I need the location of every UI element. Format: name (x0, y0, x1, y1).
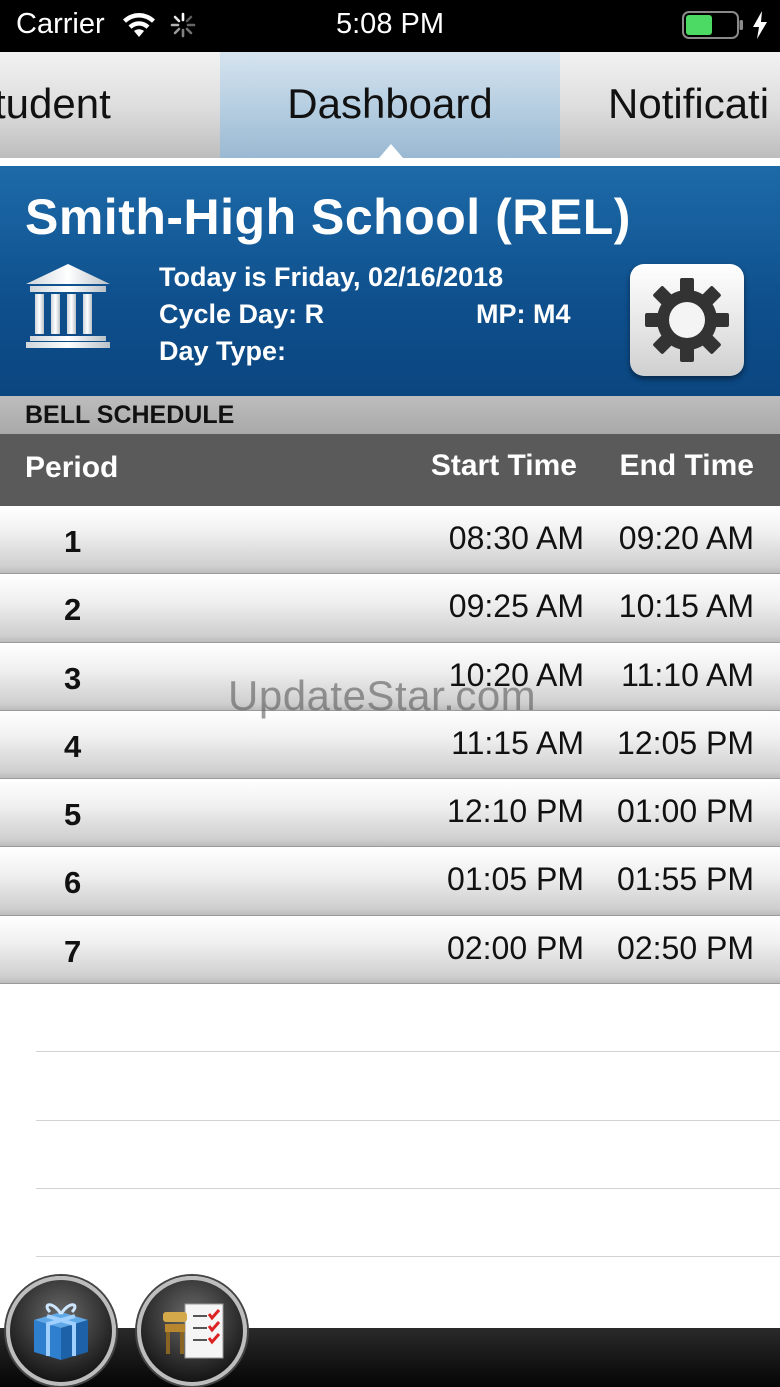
table-row[interactable]: 6 01:05 PM 01:55 PM (0, 847, 780, 916)
building-icon (26, 264, 110, 348)
period-number: 1 (64, 524, 82, 559)
bell-schedule-title: BELL SCHEDULE (0, 396, 780, 434)
tab-divider (0, 158, 780, 166)
clock: 5:08 PM (336, 8, 444, 40)
charging-bolt-icon (753, 11, 767, 39)
end-time: 11:10 AM (621, 656, 754, 693)
cycle-day: Cycle Day: R (159, 299, 325, 329)
column-header-end-time: End Time (619, 449, 754, 482)
start-time: 11:15 AM (451, 724, 584, 761)
period-number: 2 (64, 592, 82, 628)
tab-student[interactable]: tudent (0, 52, 111, 158)
start-time: 09:25 AM (448, 588, 584, 625)
gift-icon (34, 1303, 88, 1360)
table-row[interactable]: 2 09:25 AM 10:15 AM (0, 574, 780, 643)
period-number: 5 (64, 797, 82, 833)
checklist-icon (163, 1303, 224, 1359)
empty-list-row (36, 1121, 780, 1189)
tab-dashboard[interactable]: Dashboard (220, 52, 560, 158)
end-time: 01:55 PM (617, 861, 754, 898)
start-time: 12:10 PM (447, 793, 584, 830)
selected-tab-pointer (379, 144, 403, 158)
gift-button[interactable] (6, 1276, 116, 1386)
period-number: 3 (64, 660, 82, 696)
end-time: 09:20 AM (618, 520, 754, 556)
period-number: 6 (64, 865, 82, 901)
period-number: 7 (64, 933, 82, 969)
column-header-period: Period (25, 451, 119, 484)
battery-icon (682, 11, 743, 39)
marking-period: MP: M4 (476, 299, 571, 329)
empty-list-area (36, 984, 780, 1258)
tab-bar: tudent Dashboard Notificati (0, 52, 780, 158)
end-time: 12:05 PM (617, 724, 754, 761)
watermark: UpdateStar.com (228, 672, 537, 719)
start-time: 08:30 AM (448, 520, 584, 556)
end-time: 01:00 PM (617, 793, 754, 830)
settings-button[interactable] (630, 264, 744, 376)
status-bar: Carrier 5:08 PM (0, 0, 780, 52)
bottom-toolbar (0, 1328, 780, 1387)
school-name: Smith-High School (REL) (25, 189, 631, 245)
school-header: Smith-High School (REL) Today is Friday,… (0, 166, 780, 396)
start-time: 02:00 PM (447, 929, 584, 966)
attendance-checklist-button[interactable] (137, 1276, 247, 1386)
period-number: 4 (64, 728, 82, 764)
table-row[interactable]: 4 11:15 AM 12:05 PM (0, 710, 780, 780)
column-header-start-time: Start Time (430, 449, 577, 482)
start-time: 01:05 PM (447, 861, 584, 898)
schedule-table-header: Period Start Time End Time (0, 434, 780, 506)
empty-list-row (36, 984, 780, 1053)
empty-list-row (36, 1189, 780, 1258)
table-row[interactable]: 5 12:10 PM 01:00 PM (0, 779, 780, 848)
gear-icon (645, 278, 729, 362)
schedule-rows: 1 08:30 AM 09:20 AM 2 09:25 AM 10:15 AM … (0, 506, 780, 985)
end-time: 10:15 AM (618, 588, 754, 625)
empty-list-row (36, 1052, 780, 1121)
table-row[interactable]: 1 08:30 AM 09:20 AM (0, 506, 780, 575)
table-row[interactable]: 7 02:00 PM 02:50 PM (0, 915, 780, 985)
day-type: Day Type: (159, 336, 287, 366)
today-date: Today is Friday, 02/16/2018 (159, 262, 504, 292)
end-time: 02:50 PM (617, 929, 754, 966)
tab-notifications[interactable]: Notificati (608, 52, 769, 158)
